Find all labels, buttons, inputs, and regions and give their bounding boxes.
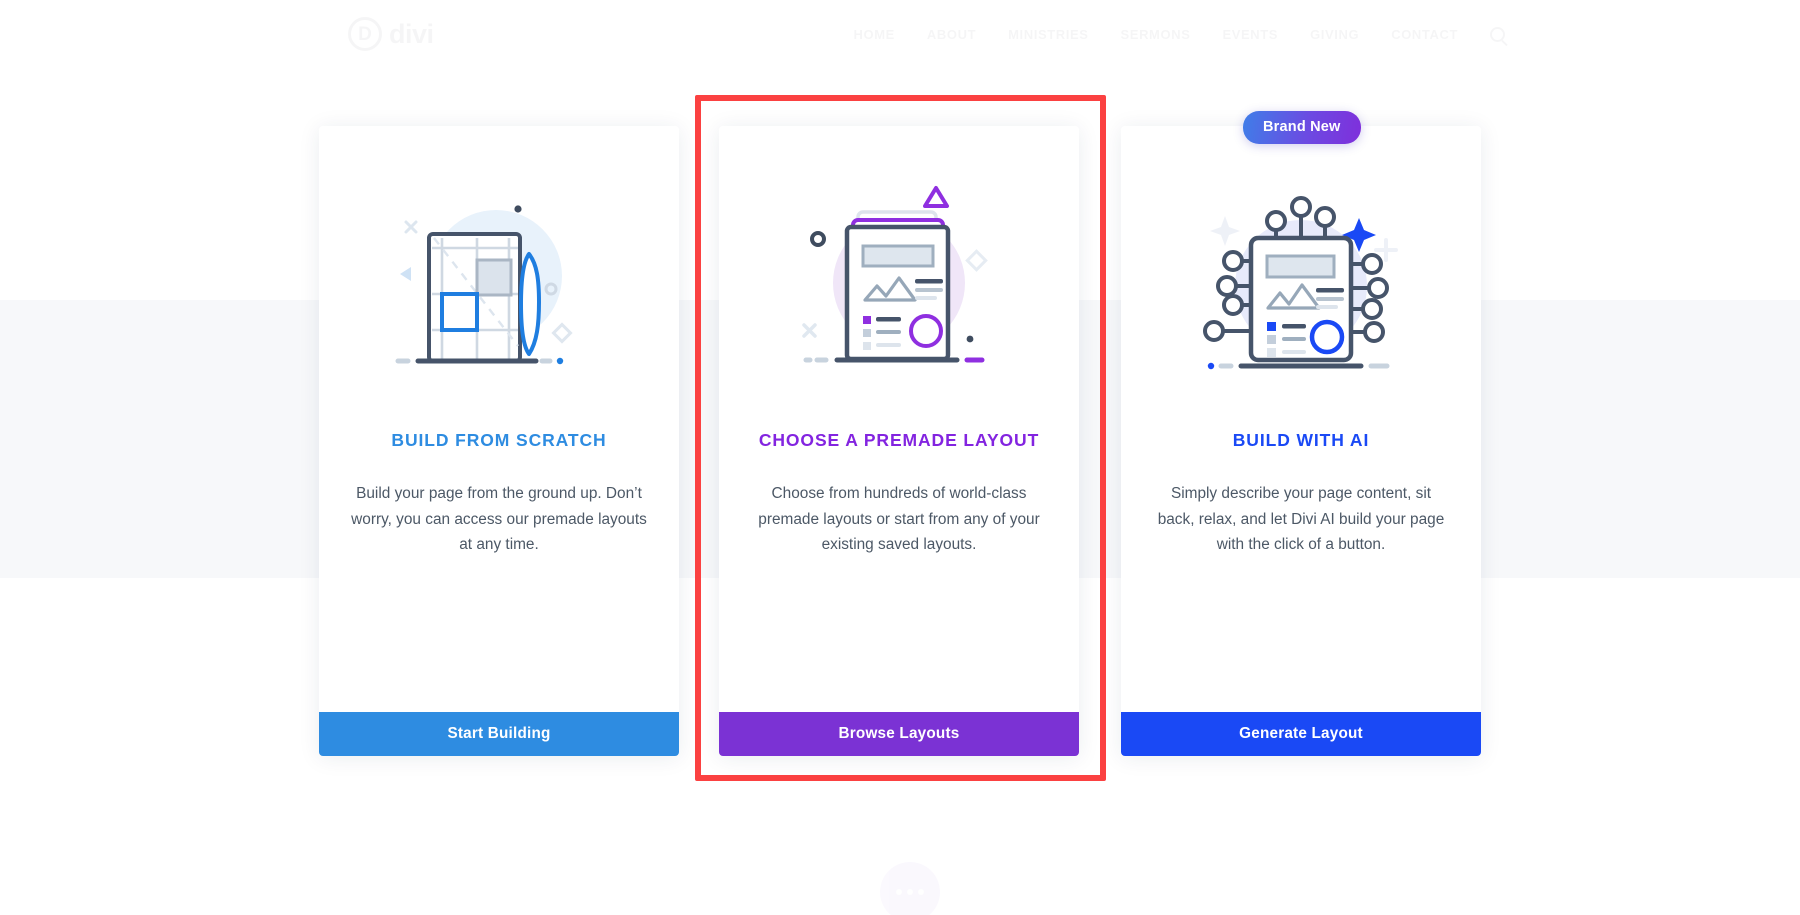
ai-chip-page-icon (1121, 126, 1481, 426)
start-options-card-row: BUILD FROM SCRATCH Build your page from … (0, 0, 1800, 915)
card-title: BUILD WITH AI (1232, 430, 1370, 450)
status-badge: Brand New (1243, 111, 1361, 144)
card-description: Simply describe your page content, sit b… (1157, 485, 1445, 554)
card-title: CHOOSE A PREMADE LAYOUT (758, 430, 1040, 450)
stacked-layout-page-icon (719, 126, 1079, 426)
browse-layouts-button[interactable]: Browse Layouts (719, 712, 1079, 756)
blueprint-page-with-pencil-icon (319, 126, 679, 426)
choose-premade-layout-card[interactable]: CHOOSE A PREMADE LAYOUT Choose from hund… (719, 126, 1079, 756)
build-with-ai-card[interactable]: BUILD WITH AI Simply describe your page … (1121, 126, 1481, 756)
generate-layout-button[interactable]: Generate Layout (1121, 712, 1481, 756)
card-title: BUILD FROM SCRATCH (391, 430, 607, 450)
start-building-button[interactable]: Start Building (319, 712, 679, 756)
card-description: Choose from hundreds of world-class prem… (758, 485, 1040, 554)
card-description: Build your page from the ground up. Don’… (351, 485, 647, 554)
build-from-scratch-card[interactable]: BUILD FROM SCRATCH Build your page from … (319, 126, 679, 756)
divi-builder-start-overlay: D divi HOME ABOUT MINISTRIES SERMONS EVE… (0, 0, 1800, 915)
